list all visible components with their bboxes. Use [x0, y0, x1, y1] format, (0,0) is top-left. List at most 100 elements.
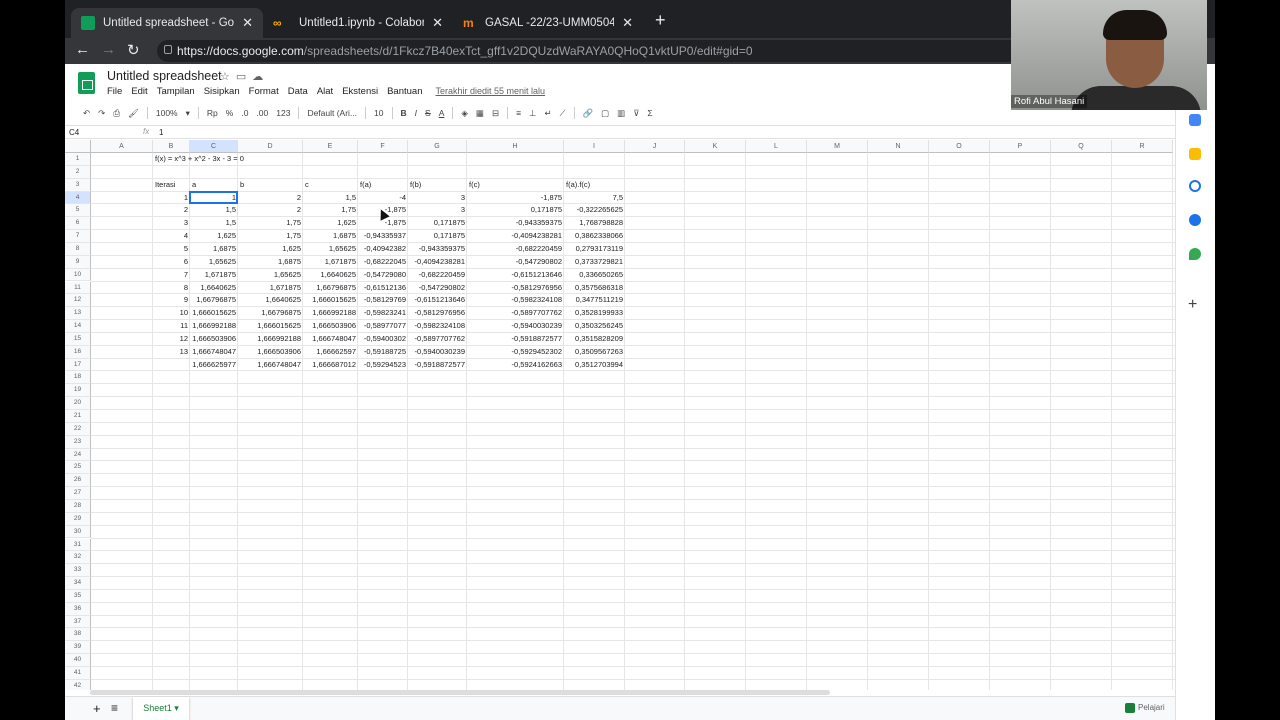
cell[interactable]: -0,5940030239 [408, 346, 467, 359]
row-header[interactable]: 38 [65, 628, 91, 642]
keep-icon[interactable] [1189, 148, 1201, 160]
filter-icon[interactable]: ⊽ [633, 108, 639, 119]
cell[interactable]: 2 [153, 204, 190, 217]
close-icon[interactable]: ✕ [242, 15, 253, 31]
cell[interactable]: -0,40942382 [358, 243, 408, 256]
currency-format-button[interactable]: Rp [207, 108, 218, 118]
column-header-p[interactable]: P [990, 140, 1051, 153]
cell[interactable]: 7 [153, 269, 190, 282]
last-edit-link[interactable]: Terakhir diedit 55 menit lalu [436, 86, 546, 97]
cell[interactable]: -0,59294523 [358, 359, 408, 372]
add-sheet-plus-icon[interactable]: + [93, 701, 101, 716]
row-header[interactable]: 19 [65, 384, 91, 398]
cell[interactable]: 1,768798828 [564, 217, 625, 230]
row-header[interactable]: 30 [65, 525, 91, 539]
cell[interactable]: 2 [238, 192, 303, 205]
cell[interactable]: -0,6151213646 [467, 269, 564, 282]
row-header[interactable]: 25 [65, 461, 91, 475]
row-header[interactable]: 6 [65, 217, 91, 231]
cell[interactable]: 1,66796875 [303, 282, 358, 295]
italic-button[interactable]: I [415, 108, 417, 118]
strikethrough-button[interactable]: S [425, 108, 431, 118]
row-header[interactable]: 12 [65, 294, 91, 308]
menu-help[interactable]: Bantuan [387, 86, 422, 97]
cell[interactable]: f(x) = x^3 + x^2 - 3x - 3 = 0 [153, 153, 408, 166]
cell[interactable]: -4 [358, 192, 408, 205]
cell[interactable]: 0,336650265 [564, 269, 625, 282]
cell[interactable]: f(b) [408, 179, 467, 192]
cell[interactable]: -0,682220459 [467, 243, 564, 256]
cell[interactable]: -0,54729080 [358, 269, 408, 282]
cell[interactable]: 0,3528199933 [564, 307, 625, 320]
cell[interactable]: -0,547290802 [467, 256, 564, 269]
row-header[interactable]: 22 [65, 422, 91, 436]
select-all-corner[interactable] [65, 140, 91, 153]
menu-extensions[interactable]: Ekstensi [342, 86, 378, 97]
row-header[interactable]: 9 [65, 255, 91, 269]
cell[interactable]: 1,5 [190, 204, 238, 217]
increase-decimal-button[interactable]: .00 [256, 108, 268, 118]
star-icon[interactable]: ☆ [220, 71, 236, 83]
bold-button[interactable]: B [401, 108, 407, 118]
cell[interactable]: 5 [153, 243, 190, 256]
paint-format-icon[interactable]: 🖌 [128, 108, 139, 119]
cell[interactable]: -0,58977077 [358, 320, 408, 333]
cell[interactable] [153, 359, 190, 372]
font-size-select[interactable]: 10 [374, 108, 383, 118]
cell[interactable]: 8 [153, 282, 190, 295]
menu-file[interactable]: File [107, 86, 122, 97]
cell[interactable]: 1,671875 [303, 256, 358, 269]
row-header[interactable]: 35 [65, 589, 91, 603]
cell[interactable]: -0,5929452302 [467, 346, 564, 359]
cell[interactable]: 1,65625 [190, 256, 238, 269]
menu-view[interactable]: Tampilan [157, 86, 195, 97]
new-tab-plus-icon[interactable]: + [655, 10, 666, 31]
row-header[interactable]: 17 [65, 358, 91, 372]
cell[interactable]: -0,547290802 [408, 282, 467, 295]
cell[interactable]: 1,666015625 [303, 294, 358, 307]
insert-chart-icon[interactable]: ▥ [617, 108, 625, 119]
document-title[interactable]: Untitled spreadsheet [107, 69, 222, 83]
menu-data[interactable]: Data [288, 86, 308, 97]
forward-arrow-icon[interactable]: → [101, 41, 116, 58]
column-header-l[interactable]: L [746, 140, 807, 153]
row-header[interactable]: 13 [65, 307, 91, 321]
cell[interactable]: 0,171875 [408, 217, 467, 230]
cell[interactable]: 1,666503906 [190, 333, 238, 346]
cell[interactable]: 1,625 [303, 217, 358, 230]
column-header-n[interactable]: N [868, 140, 929, 153]
column-header-h[interactable]: H [467, 140, 564, 153]
percent-format-button[interactable]: % [226, 108, 234, 118]
cell[interactable]: -0,94335937 [358, 230, 408, 243]
cell[interactable]: 1,666625977 [190, 359, 238, 372]
maps-icon[interactable] [1189, 248, 1201, 260]
cell[interactable]: 3 [408, 192, 467, 205]
cell[interactable]: f(a) [358, 179, 408, 192]
column-header-j[interactable]: J [625, 140, 685, 153]
cell[interactable]: 1,625 [238, 243, 303, 256]
cell[interactable]: 11 [153, 320, 190, 333]
cell[interactable]: 1,666748047 [238, 359, 303, 372]
cell[interactable]: 1,65625 [238, 269, 303, 282]
cell[interactable]: 1,666992188 [238, 333, 303, 346]
move-folder-icon[interactable]: ▭ [236, 71, 252, 83]
row-header[interactable]: 21 [65, 410, 91, 423]
cell[interactable]: 1,666992188 [303, 307, 358, 320]
browser-tab-sheets[interactable]: Untitled spreadsheet - Google ✕ [71, 8, 263, 38]
contacts-icon[interactable] [1189, 214, 1201, 226]
cell[interactable]: 1,666503906 [238, 346, 303, 359]
row-header[interactable]: 15 [65, 332, 91, 346]
explore-button[interactable]: Pelajari [1138, 703, 1165, 712]
cell[interactable]: -0,5812976956 [408, 307, 467, 320]
row-header[interactable]: 11 [65, 281, 91, 295]
cell[interactable]: 6 [153, 256, 190, 269]
add-ons-plus-icon[interactable]: + [1188, 296, 1197, 314]
cell[interactable]: 1,6875 [190, 243, 238, 256]
cell[interactable]: 3 [408, 204, 467, 217]
cell[interactable]: 9 [153, 294, 190, 307]
row-header[interactable]: 26 [65, 474, 91, 488]
back-arrow-icon[interactable]: ← [75, 41, 90, 58]
cell[interactable]: 1,75 [238, 217, 303, 230]
cell[interactable]: -0,4094238281 [408, 256, 467, 269]
close-icon[interactable]: ✕ [622, 15, 633, 31]
